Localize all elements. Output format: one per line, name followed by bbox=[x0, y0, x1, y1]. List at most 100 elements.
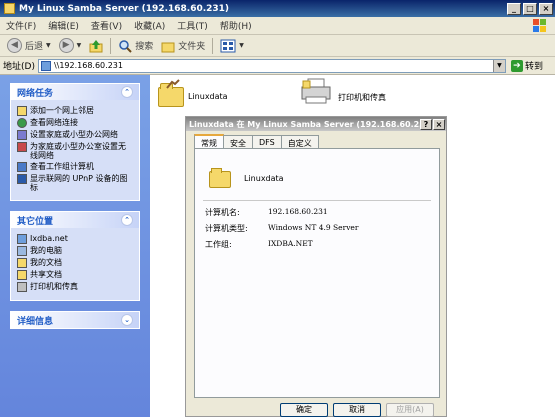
task-label: 添加一个网上邻居 bbox=[30, 106, 94, 115]
views-icon bbox=[220, 39, 236, 52]
details-header[interactable]: 详细信息 ⌄ bbox=[11, 312, 139, 328]
properties-dialog: Linuxdata 在 My Linux Samba Server (192.1… bbox=[185, 116, 447, 417]
collapse-icon[interactable]: ⌃ bbox=[121, 86, 133, 98]
close-button[interactable]: × bbox=[539, 2, 553, 15]
up-button[interactable] bbox=[85, 38, 107, 54]
folders-button[interactable]: 文件夹 bbox=[157, 38, 209, 54]
collapse-icon[interactable]: ⌃ bbox=[121, 214, 133, 226]
minimize-button[interactable]: _ bbox=[507, 2, 521, 15]
task-setup-wireless[interactable]: 为家庭或小型办公室设置无线网络 bbox=[17, 142, 133, 160]
up-folder-icon bbox=[89, 39, 103, 52]
prop-value: Windows NT 4.9 Server bbox=[268, 223, 359, 232]
address-box: ▼ bbox=[37, 58, 506, 73]
back-arrow-icon: ◀ bbox=[7, 38, 22, 53]
views-button[interactable]: ▼ bbox=[216, 38, 248, 54]
task-show-upnp[interactable]: 显示联网的 UPnP 设备的图标 bbox=[17, 174, 133, 192]
task-view-connections[interactable]: 查看网络连接 bbox=[17, 118, 133, 128]
task-add-network-place[interactable]: 添加一个网上邻居 bbox=[17, 106, 133, 116]
place-shared-documents[interactable]: 共享文档 bbox=[17, 270, 133, 280]
menu-view[interactable]: 查看(V) bbox=[85, 19, 128, 32]
place-ixdba[interactable]: Ixdba.net bbox=[17, 234, 133, 244]
address-input[interactable] bbox=[50, 61, 491, 70]
toolbar-separator bbox=[212, 37, 214, 54]
ok-button[interactable]: 确定 bbox=[280, 403, 328, 417]
network-tasks-title: 网络任务 bbox=[17, 88, 54, 99]
forward-arrow-icon: ▶ bbox=[58, 38, 74, 53]
task-pane: 网络任务 ⌃ 添加一个网上邻居 查看网络连接 设置家庭或小型办公网络 为家庭或小… bbox=[0, 75, 150, 417]
other-places-header[interactable]: 其它位置 ⌃ bbox=[11, 212, 139, 228]
prop-key: 计算机名: bbox=[205, 208, 240, 217]
menu-help[interactable]: 帮助(H) bbox=[214, 19, 258, 32]
place-my-documents[interactable]: 我的文档 bbox=[17, 258, 133, 268]
prop-computer-name: 计算机名: 192.168.60.231 bbox=[205, 207, 328, 218]
menu-favorites[interactable]: 收藏(A) bbox=[128, 19, 171, 32]
computer-icon bbox=[17, 246, 27, 256]
search-button[interactable]: 搜索 bbox=[114, 38, 157, 54]
printer-icon bbox=[17, 282, 27, 292]
place-printers[interactable]: 打印机和传真 bbox=[17, 282, 133, 292]
apply-button[interactable]: 应用(A) bbox=[386, 403, 434, 417]
menu-file[interactable]: 文件(F) bbox=[0, 19, 42, 32]
network-tasks-header[interactable]: 网络任务 ⌃ bbox=[11, 84, 139, 100]
prop-key: 工作组: bbox=[205, 240, 232, 249]
chevron-down-icon: ▼ bbox=[239, 42, 244, 49]
network-place-icon bbox=[17, 234, 27, 244]
menu-tools[interactable]: 工具(T) bbox=[171, 19, 214, 32]
cancel-button[interactable]: 取消 bbox=[333, 403, 381, 417]
tab-panel-general: Linuxdata 计算机名: 192.168.60.231 计算机类型: Wi… bbox=[194, 148, 440, 398]
share-hand-icon bbox=[166, 79, 180, 89]
back-label: 后退 bbox=[25, 42, 44, 52]
prop-key: 计算机类型: bbox=[205, 224, 248, 233]
share-name: Linuxdata bbox=[244, 174, 284, 183]
share-linuxdata[interactable]: Linuxdata bbox=[156, 79, 246, 109]
address-label: 地址(D) bbox=[3, 62, 35, 72]
go-button[interactable]: ➔ 转到 bbox=[510, 59, 543, 72]
dialog-buttons: 确定 取消 应用(A) bbox=[280, 403, 434, 417]
dialog-titlebar: Linuxdata 在 My Linux Samba Server (192.1… bbox=[186, 117, 446, 131]
maximize-button[interactable]: □ bbox=[523, 2, 537, 15]
share-label: Linuxdata bbox=[188, 92, 228, 101]
task-label: 查看网络连接 bbox=[30, 118, 78, 127]
dialog-title: Linuxdata 在 My Linux Samba Server (192.1… bbox=[189, 119, 420, 129]
task-label: 查看工作组计算机 bbox=[30, 162, 94, 171]
add-network-place-icon bbox=[17, 106, 27, 116]
dialog-close-button[interactable]: × bbox=[433, 118, 445, 130]
toolbar-separator bbox=[110, 37, 112, 54]
expand-icon[interactable]: ⌄ bbox=[121, 314, 133, 326]
go-label: 转到 bbox=[524, 62, 543, 72]
place-label: 我的文档 bbox=[30, 258, 62, 267]
prop-computer-type: 计算机类型: Windows NT 4.9 Server bbox=[205, 223, 358, 234]
other-places-title: 其它位置 bbox=[17, 216, 54, 227]
network-tasks-pane: 网络任务 ⌃ 添加一个网上邻居 查看网络连接 设置家庭或小型办公网络 为家庭或小… bbox=[10, 83, 140, 201]
go-arrow-icon: ➔ bbox=[510, 59, 523, 72]
task-view-workgroup[interactable]: 查看工作组计算机 bbox=[17, 162, 133, 172]
menu-edit[interactable]: 编辑(E) bbox=[42, 19, 85, 32]
shared-folder-icon bbox=[17, 270, 27, 280]
task-setup-home-network[interactable]: 设置家庭或小型办公网络 bbox=[17, 130, 133, 140]
back-button[interactable]: ◀ 后退 ▼ bbox=[3, 37, 55, 54]
place-label: 我的电脑 bbox=[30, 246, 62, 255]
window-titlebar: My Linux Samba Server (192.168.60.231) _… bbox=[0, 0, 555, 17]
prop-workgroup: 工作组: IXDBA.NET bbox=[205, 239, 313, 250]
details-title: 详细信息 bbox=[17, 316, 54, 327]
other-places-pane: 其它位置 ⌃ Ixdba.net 我的电脑 我的文档 共享文档 打印机和传真 bbox=[10, 211, 140, 301]
home-network-icon bbox=[17, 130, 27, 140]
address-bar: 地址(D) ▼ ➔ 转到 bbox=[0, 57, 555, 75]
place-my-computer[interactable]: 我的电脑 bbox=[17, 246, 133, 256]
window-title: My Linux Samba Server (192.168.60.231) bbox=[19, 3, 230, 14]
shared-folder-icon bbox=[158, 83, 184, 107]
task-label: 为家庭或小型办公室设置无线网络 bbox=[30, 142, 126, 160]
menu-bar: 文件(F) 编辑(E) 查看(V) 收藏(A) 工具(T) 帮助(H) bbox=[0, 17, 555, 35]
address-dropdown[interactable]: ▼ bbox=[492, 59, 505, 72]
printer-icon bbox=[301, 78, 331, 104]
network-connections-icon bbox=[17, 118, 27, 128]
search-icon bbox=[119, 39, 132, 53]
network-icon bbox=[40, 60, 51, 71]
forward-button[interactable]: ▶ ▼ bbox=[55, 37, 86, 54]
divider bbox=[203, 200, 431, 201]
windows-logo-icon bbox=[533, 19, 546, 32]
help-button[interactable]: ? bbox=[420, 118, 432, 130]
place-label: 打印机和传真 bbox=[30, 282, 78, 291]
chevron-down-icon: ▼ bbox=[46, 42, 51, 49]
printers-and-faxes[interactable]: 打印机和传真 bbox=[300, 77, 410, 111]
